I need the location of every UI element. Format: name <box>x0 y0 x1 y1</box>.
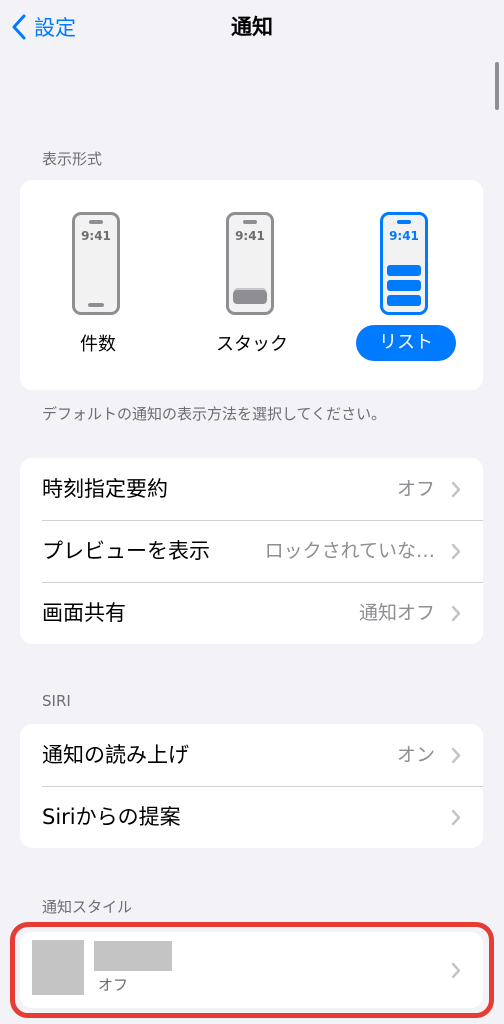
row-label: Siriからの提案 <box>42 805 181 829</box>
phone-count-icon: 9:41 <box>72 212 120 315</box>
row-label: 通知の読み上げ <box>42 743 189 767</box>
row-label: プレビューを表示 <box>42 539 210 563</box>
dynamic-island <box>89 220 103 224</box>
option-label-count: 件数 <box>80 334 116 355</box>
row-label: 画面共有 <box>42 601 126 625</box>
row-value: オン <box>396 744 435 766</box>
chevron-right-icon <box>451 543 461 560</box>
phone-list-icon: 9:41 <box>380 212 428 315</box>
page-title: 通知 <box>231 15 273 39</box>
option-count[interactable]: 9:41 件数 <box>38 180 158 390</box>
row-show-previews[interactable]: プレビューを表示 ロックされていな… <box>20 520 483 582</box>
chevron-right-icon <box>451 809 461 826</box>
notifications-settings-screen: 設定 通知 表示形式 9:41 件数 9:41 スタック 9:41 リスト デフ… <box>0 0 504 1024</box>
option-label-stack: スタック <box>216 334 288 355</box>
dynamic-island <box>243 220 257 224</box>
row-scheduled-summary[interactable]: 時刻指定要約 オフ <box>20 458 483 520</box>
option-label-list-selected: リスト <box>356 325 456 361</box>
row-announce-notifications[interactable]: 通知の読み上げ オン <box>20 724 483 786</box>
row-siri-suggestions[interactable]: Siriからの提案 <box>20 786 483 848</box>
section-header-display-style: 表示形式 <box>42 150 103 168</box>
row-value: ロックされていな… <box>264 540 435 562</box>
chevron-right-icon <box>451 747 461 764</box>
row-value: 通知オフ <box>358 602 435 624</box>
phone-time: 9:41 <box>81 229 111 243</box>
chevron-right-icon <box>451 605 461 622</box>
section-header-siri: SIRI <box>42 692 71 710</box>
list-notification-bar <box>387 295 421 306</box>
chevron-right-icon <box>451 481 461 498</box>
display-style-options: 9:41 件数 9:41 スタック 9:41 リスト <box>20 180 483 390</box>
scrollbar[interactable] <box>495 62 499 110</box>
list-notification-bar <box>387 265 421 276</box>
phone-time: 9:41 <box>235 229 265 243</box>
row-value: オフ <box>396 478 435 500</box>
dynamic-island <box>397 220 411 224</box>
row-label: 時刻指定要約 <box>42 477 168 501</box>
row-screen-sharing[interactable]: 画面共有 通知オフ <box>20 582 483 644</box>
home-indicator <box>88 303 104 307</box>
highlight-annotation-box <box>10 922 494 1018</box>
siri-settings-group: 通知の読み上げ オン Siriからの提案 <box>20 724 483 848</box>
phone-time: 9:41 <box>389 229 419 243</box>
stacked-notification-shape <box>233 290 267 304</box>
phone-stack-icon: 9:41 <box>226 212 274 315</box>
section-header-notification-style: 通知スタイル <box>42 898 133 916</box>
option-stack[interactable]: 9:41 スタック <box>192 180 312 390</box>
option-list[interactable]: 9:41 リスト <box>346 180 466 390</box>
display-style-card: 9:41 件数 9:41 スタック 9:41 リスト <box>20 180 483 390</box>
list-notification-bar <box>387 280 421 291</box>
display-style-footer: デフォルトの通知の表示方法を選択してください。 <box>42 405 387 423</box>
general-settings-group: 時刻指定要約 オフ プレビューを表示 ロックされていな… 画面共有 通知オフ <box>20 458 483 644</box>
navigation-bar: 設定 通知 <box>0 0 504 56</box>
